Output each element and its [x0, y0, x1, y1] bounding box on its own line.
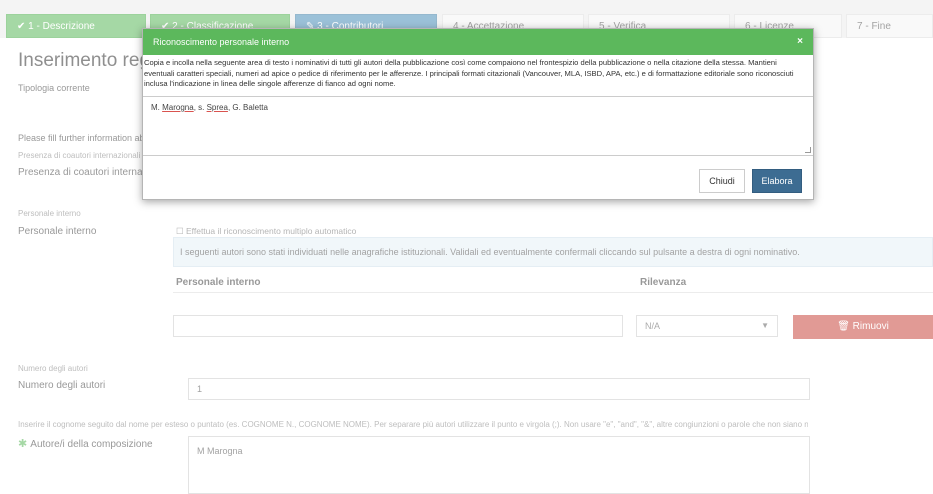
internal-staff-recognition-modal: Riconoscimento personale interno × Copia…	[142, 28, 814, 200]
modal-title: Riconoscimento personale interno	[153, 37, 290, 47]
modal-footer: Chiudi Elabora	[143, 157, 813, 200]
close-button[interactable]: Chiudi	[699, 169, 745, 193]
resize-handle[interactable]	[805, 147, 811, 153]
close-icon[interactable]: ×	[797, 29, 803, 55]
modal-header: Riconoscimento personale interno ×	[143, 29, 813, 55]
process-button[interactable]: Elabora	[752, 169, 802, 193]
authors-paste-textarea[interactable]: M. Marogna, s. Sprea, G. Baletta	[143, 96, 813, 156]
modal-description: Copia e incolla nella seguente area di t…	[144, 58, 794, 88]
